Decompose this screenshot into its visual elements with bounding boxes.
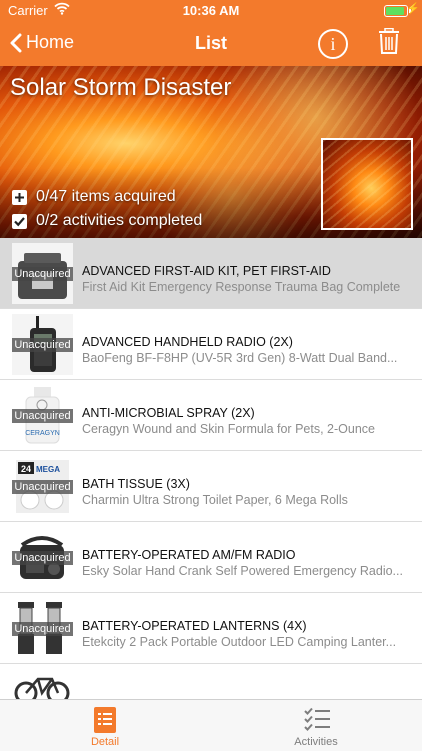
back-button-label: Home [26, 32, 75, 52]
items-acquired-label: 0/47 items acquired [36, 188, 176, 205]
item-image: Unacquired [12, 243, 73, 304]
item-description: Etekcity 2 Pack Portable Outdoor LED Cam… [82, 635, 397, 649]
activities-completed-label: 0/2 activities completed [36, 212, 203, 229]
disaster-header: Solar Storm Disaster 0/47 items acquired… [0, 66, 422, 238]
item-description: Charmin Ultra Strong Toilet Paper, 6 Meg… [82, 493, 348, 507]
item-image [12, 669, 73, 699]
back-button[interactable]: Home [10, 32, 74, 53]
checkmark-icon [12, 213, 27, 229]
status-badge: Unacquired [12, 622, 73, 636]
tissue-count-label: 24 [21, 464, 31, 474]
tissue-brand-label: MEGA [36, 465, 60, 474]
list-item[interactable]: Unacquired BATTERY-OPERATED AM/FM RADIO … [0, 522, 422, 593]
status-badge: Unacquired [12, 409, 73, 423]
plus-icon [12, 189, 27, 205]
clock: 10:36 AM [182, 3, 240, 18]
status-badge: Unacquired [12, 267, 73, 281]
item-image: Unacquired [12, 598, 73, 659]
list-item[interactable]: CERAGYN Unacquired ANTI-MICROBIAL SPRAY … [0, 380, 422, 451]
status-badge: Unacquired [12, 551, 73, 565]
item-image: CERAGYN Unacquired [12, 385, 73, 446]
spray-brand-label: CERAGYN [25, 430, 60, 437]
status-bar: Carrier 10:36 AM ⚡ [0, 0, 422, 22]
item-name: ADVANCED FIRST-AID KIT, PET FIRST-AID [82, 264, 331, 278]
tab-detail-label: Detail [90, 736, 120, 748]
disaster-thumbnail[interactable] [321, 138, 413, 230]
item-image: 24 MEGA Unacquired [12, 456, 73, 517]
item-name: ANTI-MICROBIAL SPRAY (2X) [82, 406, 255, 420]
item-image: Unacquired [12, 527, 73, 588]
item-description: First Aid Kit Emergency Response Trauma … [82, 280, 401, 294]
item-name: BATTERY-OPERATED AM/FM RADIO [82, 548, 296, 562]
delete-button[interactable] [378, 27, 400, 59]
item-description: BaoFeng BF-F8HP (UV-5R 3rd Gen) 8-Watt D… [82, 351, 398, 365]
chevron-left-icon [10, 33, 22, 52]
item-description: Ceragyn Wound and Skin Formula for Pets,… [82, 422, 375, 436]
status-badge: Unacquired [12, 480, 73, 494]
item-name: ADVANCED HANDHELD RADIO (2X) [82, 335, 293, 349]
item-image: Unacquired [12, 314, 73, 375]
trash-icon [379, 27, 399, 54]
item-list[interactable]: Unacquired ADVANCED FIRST-AID KIT, PET F… [0, 238, 422, 699]
tab-detail[interactable]: Detail [40, 700, 170, 751]
list-item[interactable]: 24 MEGA Unacquired BATH TISSUE (3X) Char… [0, 451, 422, 522]
navigation-bar: Home List i [0, 22, 422, 66]
info-icon: i [330, 34, 336, 54]
tab-activities[interactable]: Activities [251, 700, 381, 751]
battery-icon [384, 5, 411, 17]
list-item[interactable]: Unacquired ADVANCED FIRST-AID KIT, PET F… [0, 238, 422, 309]
item-name: BATH TISSUE (3X) [82, 477, 190, 491]
list-icon [94, 707, 116, 733]
list-item[interactable]: Unacquired BATTERY-OPERATED LANTERNS (4X… [0, 593, 422, 664]
item-name: BATTERY-OPERATED LANTERNS (4X) [82, 619, 307, 633]
disaster-title: Solar Storm Disaster [10, 74, 232, 101]
tab-bar: Detail Activities [0, 699, 422, 751]
tab-activities-label: Activities [294, 736, 338, 748]
info-button[interactable]: i [318, 29, 348, 59]
status-badge: Unacquired [12, 338, 73, 352]
items-acquired-stat: 0/47 items acquired [12, 188, 176, 206]
activities-completed-stat: 0/2 activities completed [12, 212, 202, 230]
list-item[interactable] [0, 664, 422, 699]
list-item[interactable]: Unacquired ADVANCED HANDHELD RADIO (2X) … [0, 309, 422, 380]
checklist-icon [304, 707, 330, 731]
item-description: Esky Solar Hand Crank Self Powered Emerg… [82, 564, 403, 578]
charging-icon: ⚡ [406, 3, 420, 15]
